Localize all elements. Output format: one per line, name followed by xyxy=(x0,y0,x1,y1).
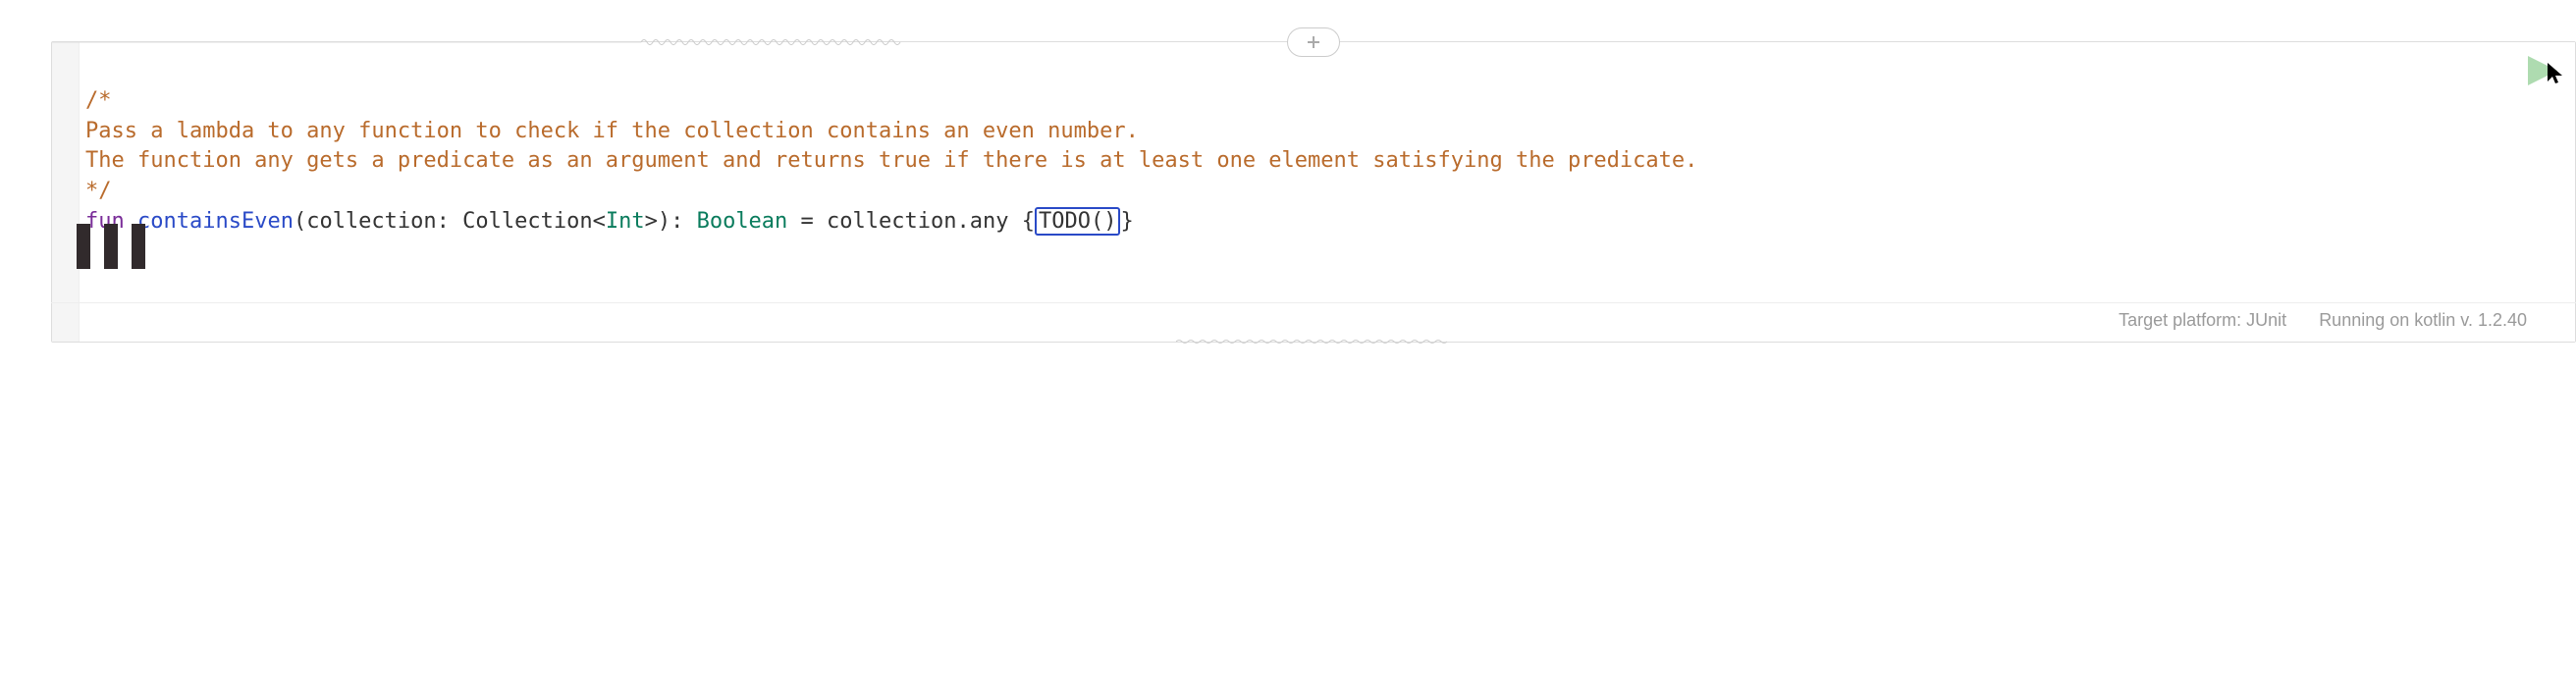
expr-start: = collection.any { xyxy=(787,209,1035,234)
status-footer: Target platform: JUnit Running on kotlin… xyxy=(2119,310,2527,331)
function-name: containsEven xyxy=(137,209,294,234)
sig-close: >): xyxy=(645,209,697,234)
return-type: Boolean xyxy=(697,209,788,234)
brace-close: } xyxy=(1120,209,1133,234)
mouse-pointer-icon xyxy=(2547,62,2564,85)
plus-icon[interactable] xyxy=(1287,27,1340,57)
comment-line: Pass a lambda to any function to check i… xyxy=(85,119,1139,143)
runtime-label: Running on kotlin v. 1.2.40 xyxy=(2319,310,2527,330)
code-editor[interactable]: /* Pass a lambda to any function to chec… xyxy=(51,41,2576,343)
comment-open: /* xyxy=(85,88,112,113)
loading-bars-icon xyxy=(77,224,145,269)
code-content[interactable]: /* Pass a lambda to any function to chec… xyxy=(80,42,2575,342)
comment-close: */ xyxy=(85,179,112,203)
type-int: Int xyxy=(606,209,645,234)
comment-line: The function any gets a predicate as an … xyxy=(85,148,1697,173)
todo-placeholder[interactable]: TODO() xyxy=(1035,207,1120,236)
editor-gutter xyxy=(52,42,80,342)
target-platform-label: Target platform: JUnit xyxy=(2119,310,2286,330)
fold-zigzag-bottom xyxy=(1176,339,1451,345)
sig-open: (collection: Collection< xyxy=(294,209,606,234)
divider xyxy=(51,302,2576,303)
